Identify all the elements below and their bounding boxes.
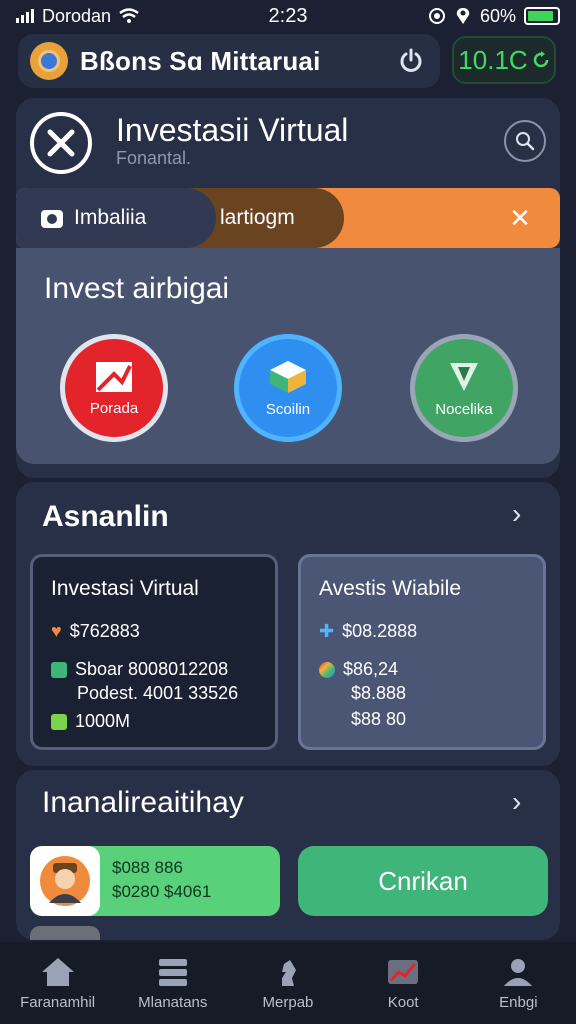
search-button[interactable] — [504, 120, 546, 162]
balance-value: 10.1C — [458, 44, 528, 75]
invest-title: Invest airbigai — [44, 272, 230, 305]
asset-title: Avestis Wiabile — [319, 577, 461, 600]
signal-icon — [16, 9, 34, 23]
heart-icon: ♥ — [51, 621, 62, 641]
asset-amount-row: ✚ $08.2888 — [319, 621, 417, 642]
status-bar: Dorodan 2:23 60% — [0, 0, 576, 32]
profile-icon — [504, 958, 533, 986]
puzzle-icon: ✚ — [319, 621, 335, 641]
tx-line: $0280 $4061 — [112, 882, 212, 901]
nav-label: Enbgi — [499, 993, 538, 1011]
asset-line-row: $88 80 — [351, 709, 406, 730]
invest-option-label: Scoilin — [265, 400, 311, 418]
status-right: 60% — [428, 6, 560, 27]
nav-item-profile[interactable]: Enbgi — [463, 956, 573, 1011]
asset-box-virtual[interactable]: Investasi Virtual ♥ $762883 Sboar 800801… — [30, 554, 278, 750]
search-icon — [516, 132, 535, 151]
app-title: Bßons Sɑ Mittaruai — [80, 45, 321, 76]
history-title: Inanalireaitihay — [42, 786, 244, 819]
nav-label: Merpab — [262, 993, 314, 1011]
top-bar: Bßons Sɑ Mittaruai — [18, 34, 440, 88]
confirm-button[interactable]: Cnrikan — [298, 846, 548, 916]
tx-avatar — [30, 846, 100, 916]
app-logo — [30, 112, 92, 174]
chevron-right-icon[interactable]: › — [512, 498, 521, 530]
nav-item-chart[interactable]: Koot — [348, 956, 458, 1011]
chart-card-icon — [96, 361, 132, 392]
asset-line-row: Sboar 8008012208 — [51, 659, 228, 680]
chess-icon — [281, 959, 296, 986]
asset-box-available[interactable]: Avestis Wiabile ✚ $08.2888 $86,24 $8.888… — [298, 554, 546, 750]
nav-label: Faranamhil — [20, 993, 96, 1011]
assets-title: Asnanlin — [42, 500, 169, 533]
page-title: Investasii Virtual — [116, 112, 349, 148]
banner-left[interactable]: Imbaliia — [16, 188, 216, 248]
nav-label: Mlanatans — [138, 993, 208, 1011]
battery-fill — [528, 11, 554, 21]
asset-line-row: Podest. 4001 33526 — [77, 683, 238, 704]
invest-option-label: Porada — [89, 399, 139, 417]
transaction-item[interactable]: $088 886 $0280 $4061 — [30, 846, 280, 916]
power-button[interactable] — [394, 44, 428, 78]
layers-icon — [158, 958, 187, 986]
invest-option-porada[interactable]: Porada — [60, 334, 168, 442]
carrier-name: Dorodan — [42, 5, 112, 26]
asset-line-row: 1000M — [51, 711, 130, 732]
tx-line: $088 886 — [112, 858, 183, 877]
close-icon[interactable]: ✕ — [506, 203, 534, 233]
asset-line: $8.888 — [351, 683, 407, 703]
chart-icon — [388, 959, 419, 984]
power-icon — [400, 48, 422, 72]
asset-amount: $762883 — [69, 621, 140, 641]
multicolor-icon — [319, 661, 335, 678]
nav-item-home[interactable]: Faranamhil — [3, 956, 113, 1011]
avatar[interactable] — [30, 42, 68, 80]
asset-line: Podest. 4001 33526 — [77, 683, 239, 703]
battery-percent: 60% — [479, 5, 516, 26]
crossed-tools-icon — [47, 129, 75, 157]
banner-left-label: Imbaliia — [74, 206, 147, 229]
lime-square-icon — [51, 713, 67, 730]
shield-leaf-icon — [450, 362, 478, 391]
home-icon — [41, 957, 74, 986]
camera-icon — [41, 210, 63, 228]
invest-option-scoilin[interactable]: Scoilin — [234, 334, 342, 442]
asset-line-row: $86,24 — [319, 659, 398, 680]
person-avatar-icon — [40, 856, 90, 906]
asset-line: $88 80 — [351, 709, 407, 729]
refresh-icon — [533, 51, 548, 68]
asset-line: 1000M — [75, 711, 131, 731]
wifi-icon — [119, 8, 139, 23]
status-left: Dorodan — [16, 6, 139, 27]
promo-banner[interactable]: Imbaliia lartiogm ✕ — [16, 188, 560, 248]
nav-item-market[interactable]: Merpab — [233, 956, 343, 1011]
bottom-nav: Faranamhil Mlanatans Merpab Koot Enbgi — [0, 942, 576, 1024]
list-item-peek — [30, 926, 100, 940]
invest-option-label: Nocelika — [435, 400, 493, 418]
alarm-icon — [428, 8, 445, 24]
nav-item-layers[interactable]: Mlanatans — [118, 956, 228, 1011]
invest-option-nocelika[interactable]: Nocelika — [410, 334, 518, 442]
cube-icon — [270, 360, 306, 393]
asset-line-row: $8.888 — [351, 683, 406, 704]
asset-amount-row: ♥ $762883 — [51, 621, 140, 642]
asset-title: Investasi Virtual — [51, 577, 199, 600]
asset-amount: $08.2888 — [342, 621, 418, 641]
location-icon — [456, 8, 470, 24]
page-subtitle: Fonantal. — [116, 148, 192, 168]
green-square-icon — [51, 661, 67, 678]
balance-chip[interactable]: 10.1C — [452, 36, 556, 84]
asset-line: Sboar 8008012208 — [75, 659, 229, 679]
battery-icon — [524, 7, 560, 25]
asset-line: $86,24 — [343, 659, 399, 679]
chevron-right-icon[interactable]: › — [512, 786, 521, 818]
banner-mid-label: lartiogm — [220, 206, 295, 229]
nav-label: Koot — [387, 993, 419, 1011]
